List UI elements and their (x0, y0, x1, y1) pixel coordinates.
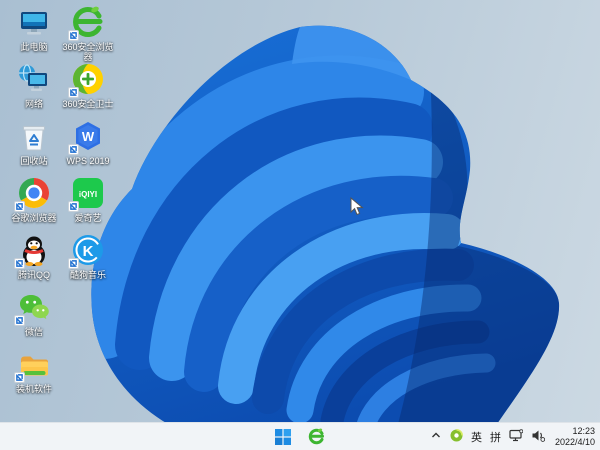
wps-icon: W (68, 119, 105, 155)
network-icon[interactable] (509, 428, 524, 445)
desktop-icon-label: 腾讯QQ (17, 270, 50, 280)
ime-method-indicator[interactable]: 拼 (490, 429, 501, 445)
tray-360-icon[interactable] (450, 428, 463, 445)
desktop-icon-label: 360安全浏览器 (62, 42, 114, 62)
desktop-icon-label: 装机软件 (15, 384, 52, 394)
360-browser-icon (308, 428, 324, 445)
wechat-icon (14, 290, 51, 326)
desktop-icon-label: 谷歌浏览器 (11, 213, 57, 223)
desktop-icon-label: 微信 (24, 327, 43, 337)
shortcut-arrow-icon (14, 201, 25, 212)
shortcut-arrow-icon (68, 30, 79, 41)
this-pc-icon (17, 5, 51, 39)
desktop-wallpaper: 此电脑 网络 回收站 谷歌浏览器 腾讯QQ 微信 装机软件 360安全浏览器 3… (0, 0, 600, 450)
network-globe-icon (17, 62, 51, 96)
desktop-icon-label: 酷狗音乐 (69, 270, 106, 280)
desktop-icon-360-browser[interactable]: 360安全浏览器 (56, 5, 120, 62)
desktop-icon-label: 网络 (24, 99, 43, 109)
shortcut-arrow-icon (68, 144, 79, 155)
desktop-icon-wps[interactable]: W WPS 2019 (56, 119, 120, 166)
taskbar-clock[interactable]: 12:23 2022/4/10 (555, 426, 595, 447)
clock-date: 2022/4/10 (554, 436, 595, 447)
svg-text:iQIYI: iQIYI (79, 190, 97, 199)
taskbar: 英 拼 12:23 2022/4/10 (0, 422, 600, 450)
360-browser-icon (68, 5, 105, 41)
recycle-bin-icon (17, 119, 51, 153)
shortcut-arrow-icon (68, 258, 79, 269)
folder-icon (14, 347, 51, 383)
desktop-icon-label: 回收站 (20, 156, 48, 166)
hidden-icons-chevron[interactable] (430, 430, 442, 443)
desktop-icon-wechat[interactable]: 微信 (2, 290, 66, 337)
desktop-icon-label: 360安全卫士 (62, 99, 114, 109)
shortcut-arrow-icon (14, 315, 25, 326)
shortcut-arrow-icon (68, 87, 79, 98)
desktop-icon-label: 爱奇艺 (74, 213, 102, 223)
start-button[interactable] (271, 426, 295, 448)
svg-text:W: W (82, 129, 95, 144)
desktop-icon-label: 此电脑 (20, 42, 48, 52)
svg-text:K: K (83, 243, 94, 260)
ime-mode-indicator[interactable]: 英 (471, 429, 482, 445)
shortcut-arrow-icon (14, 258, 25, 269)
volume-icon[interactable] (531, 429, 546, 445)
clock-time: 12:23 (572, 426, 595, 436)
qq-penguin-icon (14, 233, 51, 269)
desktop-icon-label: WPS 2019 (66, 156, 110, 166)
taskbar-360-browser-button[interactable] (304, 426, 328, 448)
shortcut-arrow-icon (68, 201, 79, 212)
system-tray: 英 拼 12:23 2022/4/10 (430, 423, 595, 450)
desktop-icon-software-folder[interactable]: 装机软件 (2, 347, 66, 394)
desktop-icon-360-safe[interactable]: 360安全卫士 (56, 62, 120, 109)
iqiyi-icon: iQIYI (68, 176, 105, 212)
360-safe-icon (68, 62, 105, 98)
desktop-icon-kugou[interactable]: K 酷狗音乐 (56, 233, 120, 280)
desktop-icon-iqiyi[interactable]: iQIYI 爱奇艺 (56, 176, 120, 223)
taskbar-center-icons (271, 423, 328, 450)
kugou-icon: K (68, 233, 105, 269)
windows-logo-icon (275, 428, 291, 445)
shortcut-arrow-icon (14, 372, 25, 383)
chrome-icon (14, 176, 51, 212)
